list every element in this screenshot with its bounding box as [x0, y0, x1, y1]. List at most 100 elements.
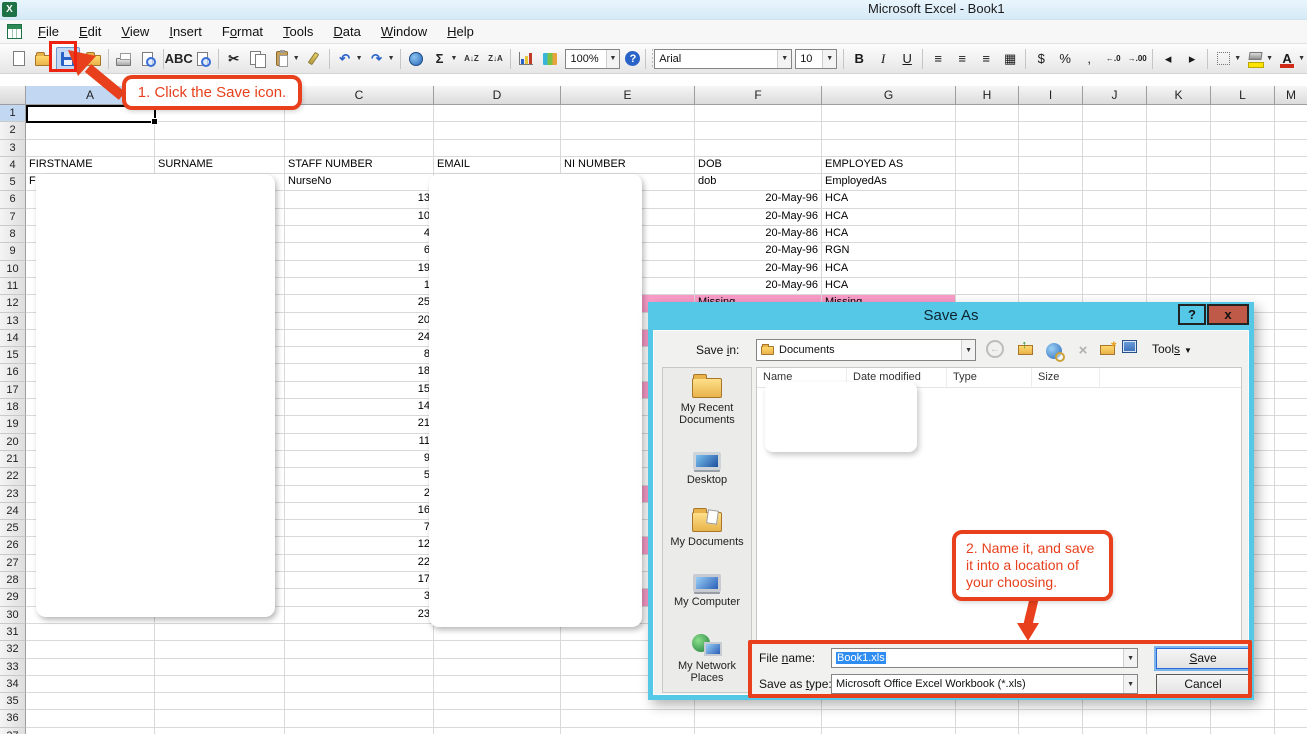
cell-M3[interactable]: [1275, 140, 1307, 157]
back-button[interactable]: ←: [986, 340, 1004, 358]
cell-H2[interactable]: [956, 122, 1019, 139]
cell-C18[interactable]: 14: [285, 399, 434, 416]
cell-G9[interactable]: RGN: [822, 243, 956, 260]
row-header-26[interactable]: 26: [0, 537, 26, 554]
cell-B33[interactable]: [155, 659, 285, 676]
cell-G4[interactable]: EMPLOYED AS: [822, 157, 956, 174]
cell-M27[interactable]: [1275, 555, 1307, 572]
research-button[interactable]: [192, 48, 214, 70]
cell-G3[interactable]: [822, 140, 956, 157]
cell-I37[interactable]: [1019, 728, 1083, 734]
decrease-indent-button[interactable]: ◂: [1157, 48, 1179, 70]
cell-F5[interactable]: dob: [695, 174, 822, 191]
row-header-13[interactable]: 13: [0, 313, 26, 330]
cell-L5[interactable]: [1211, 174, 1275, 191]
redo-button[interactable]: ↷▼: [366, 48, 396, 70]
row-header-1[interactable]: 1: [0, 105, 26, 122]
cell-G11[interactable]: HCA: [822, 278, 956, 295]
row-header-3[interactable]: 3: [0, 140, 26, 157]
cell-L6[interactable]: [1211, 191, 1275, 208]
column-header-F[interactable]: F: [695, 86, 822, 105]
column-header-H[interactable]: H: [956, 86, 1019, 105]
cell-F11[interactable]: 20-May-96: [695, 278, 822, 295]
cell-G6[interactable]: HCA: [822, 191, 956, 208]
cell-D4[interactable]: EMAIL: [434, 157, 561, 174]
cell-L2[interactable]: [1211, 122, 1275, 139]
chevron-down-icon[interactable]: ▼: [961, 340, 975, 360]
cell-M16[interactable]: [1275, 364, 1307, 381]
cell-E2[interactable]: [561, 122, 695, 139]
row-header-24[interactable]: 24: [0, 503, 26, 520]
cell-M34[interactable]: [1275, 676, 1307, 693]
row-header-21[interactable]: 21: [0, 451, 26, 468]
up-one-level-button[interactable]: [1014, 340, 1036, 360]
cell-C26[interactable]: 12: [285, 537, 434, 554]
cell-I9[interactable]: [1019, 243, 1083, 260]
cell-E1[interactable]: [561, 105, 695, 122]
row-header-14[interactable]: 14: [0, 330, 26, 347]
cell-A33[interactable]: [26, 659, 155, 676]
cell-I36[interactable]: [1019, 710, 1083, 727]
cell-C12[interactable]: 25: [285, 295, 434, 312]
cell-L11[interactable]: [1211, 278, 1275, 295]
row-header-19[interactable]: 19: [0, 416, 26, 433]
row-header-5[interactable]: 5: [0, 174, 26, 191]
cell-I5[interactable]: [1019, 174, 1083, 191]
cell-K2[interactable]: [1147, 122, 1211, 139]
cell-C19[interactable]: 21: [285, 416, 434, 433]
cell-M11[interactable]: [1275, 278, 1307, 295]
cell-B3[interactable]: [155, 140, 285, 157]
cell-C37[interactable]: [285, 728, 434, 734]
cell-M12[interactable]: [1275, 295, 1307, 312]
cell-F7[interactable]: 20-May-96: [695, 209, 822, 226]
cell-C22[interactable]: 5: [285, 468, 434, 485]
cell-A36[interactable]: [26, 710, 155, 727]
cell-K10[interactable]: [1147, 261, 1211, 278]
cell-C34[interactable]: [285, 676, 434, 693]
list-column-type[interactable]: Type: [947, 368, 1032, 387]
place-my-computer[interactable]: My Computer: [665, 574, 749, 608]
chevron-down-icon[interactable]: ▼: [356, 55, 363, 62]
cell-M14[interactable]: [1275, 330, 1307, 347]
cell-A32[interactable]: [26, 641, 155, 658]
cell-G8[interactable]: HCA: [822, 226, 956, 243]
column-header-C[interactable]: C: [285, 86, 434, 105]
cell-M22[interactable]: [1275, 468, 1307, 485]
place-desktop[interactable]: Desktop: [665, 452, 749, 486]
cell-F1[interactable]: [695, 105, 822, 122]
place-my-recent-documents[interactable]: My Recent Documents: [665, 378, 749, 426]
cell-M2[interactable]: [1275, 122, 1307, 139]
cell-A31[interactable]: [26, 624, 155, 641]
cell-K36[interactable]: [1147, 710, 1211, 727]
row-header-31[interactable]: 31: [0, 624, 26, 641]
cell-K8[interactable]: [1147, 226, 1211, 243]
cell-C6[interactable]: 13: [285, 191, 434, 208]
column-header-J[interactable]: J: [1083, 86, 1147, 105]
cell-D36[interactable]: [434, 710, 561, 727]
row-header-6[interactable]: 6: [0, 191, 26, 208]
align-right-button[interactable]: ≡: [975, 48, 997, 70]
cell-M30[interactable]: [1275, 607, 1307, 624]
cell-C23[interactable]: 2: [285, 486, 434, 503]
cell-D1[interactable]: [434, 105, 561, 122]
cell-A3[interactable]: [26, 140, 155, 157]
cell-A34[interactable]: [26, 676, 155, 693]
cell-C20[interactable]: 11: [285, 434, 434, 451]
row-header-25[interactable]: 25: [0, 520, 26, 537]
menu-file[interactable]: File: [28, 22, 69, 41]
column-header-I[interactable]: I: [1019, 86, 1083, 105]
row-header-12[interactable]: 12: [0, 295, 26, 312]
align-left-button[interactable]: ≡: [927, 48, 949, 70]
cell-I6[interactable]: [1019, 191, 1083, 208]
cell-C35[interactable]: [285, 693, 434, 710]
menu-data[interactable]: Data: [323, 22, 370, 41]
row-header-28[interactable]: 28: [0, 572, 26, 589]
undo-button[interactable]: ↶▼: [334, 48, 364, 70]
cut-button[interactable]: ✂: [223, 48, 245, 70]
row-header-33[interactable]: 33: [0, 659, 26, 676]
cell-K3[interactable]: [1147, 140, 1211, 157]
cell-H7[interactable]: [956, 209, 1019, 226]
cell-C9[interactable]: 6: [285, 243, 434, 260]
row-header-30[interactable]: 30: [0, 607, 26, 624]
row-header-2[interactable]: 2: [0, 122, 26, 139]
